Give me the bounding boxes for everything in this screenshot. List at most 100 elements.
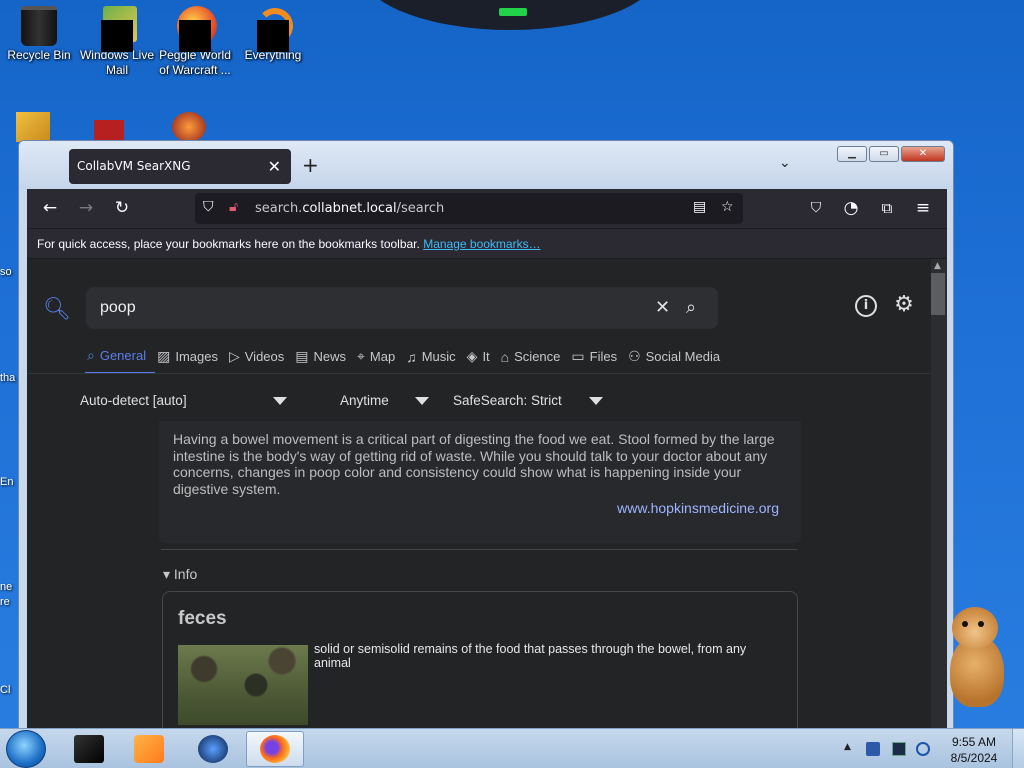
reader-view-icon[interactable]: ▤	[693, 199, 706, 215]
tab-general[interactable]: ⌕ General	[85, 347, 156, 374]
time-range-select[interactable]: Anytime	[340, 393, 429, 408]
news-icon: ▤	[295, 348, 309, 364]
desktop-icon-label: Peggle World of Warcraft ...	[159, 48, 231, 77]
searxng-logo-icon[interactable]: 🔍︎	[43, 297, 71, 322]
show-desktop-button[interactable]	[1012, 729, 1024, 768]
language-select-value: Auto-detect [auto]	[80, 393, 187, 408]
everything-icon	[251, 6, 295, 52]
safesearch-value: SafeSearch: Strict	[453, 393, 562, 408]
recycle-bin-icon	[17, 6, 61, 46]
desktop-icon-recycle-bin[interactable]: Recycle Bin	[0, 6, 78, 63]
desktop-icon-label: so	[0, 266, 12, 278]
tab-files[interactable]: ▭ Files	[569, 347, 626, 374]
tab-collabvm-searxng[interactable]: CollabVM SearXNG ✕	[69, 149, 291, 184]
start-button[interactable]	[6, 730, 46, 768]
tab-label: Map	[369, 349, 396, 364]
people-icon: ⚇	[628, 348, 641, 364]
url-prefix: search.	[255, 201, 303, 216]
pocket-icon[interactable]: ⛉	[805, 197, 827, 219]
language-select[interactable]: Auto-detect [auto]	[80, 393, 288, 408]
tab-videos[interactable]: ▷ Videos	[227, 347, 293, 374]
graduation-cap-icon: ⌂	[500, 348, 510, 365]
tab-label: It	[482, 349, 490, 364]
desktop-icon-windows-live-mail[interactable]: Windows Live Mail	[78, 6, 156, 78]
back-icon[interactable]: ←	[39, 197, 61, 219]
close-tab-icon[interactable]: ✕	[268, 157, 281, 176]
lock-warning-icon[interactable]: 🔓︎	[229, 199, 238, 215]
globe-icon	[198, 735, 228, 763]
scrollbar[interactable]: ▲	[931, 259, 947, 731]
extensions-icon[interactable]: ⧉	[876, 197, 898, 219]
tab-music[interactable]: ♫ Music	[404, 347, 464, 374]
bookmark-star-icon[interactable]: ☆	[721, 199, 734, 215]
dropdown-caret-icon	[414, 397, 429, 406]
search-query: poop	[100, 299, 136, 316]
tab-news[interactable]: ▤ News	[293, 347, 355, 374]
folder-icon[interactable]	[16, 112, 50, 142]
bookmarks-toolbar: For quick access, place your bookmarks h…	[27, 228, 947, 258]
taskbar-firefox[interactable]	[246, 731, 304, 767]
infobox-image[interactable]	[178, 645, 308, 725]
url-bar[interactable]: ⛉ 🔓︎ search.collabnet.local/search ▤ ☆	[195, 193, 743, 224]
close-window-button[interactable]: ✕	[901, 146, 945, 162]
tab-social-media[interactable]: ⚇ Social Media	[626, 347, 729, 374]
status-light	[499, 8, 527, 16]
volume-icon[interactable]	[916, 742, 930, 756]
desktop-icon-everything[interactable]: Everything	[234, 6, 312, 63]
answer-source-link[interactable]: www.hopkinsmedicine.org	[617, 500, 779, 517]
account-icon[interactable]: ◔	[840, 197, 862, 219]
tray-expand-icon[interactable]: ▲	[844, 742, 858, 756]
tray-app-icon[interactable]	[866, 742, 880, 756]
url-path: /search	[396, 201, 445, 216]
app-icon[interactable]	[172, 112, 206, 142]
tab-science[interactable]: ⌂ Science	[499, 347, 570, 374]
chevron-down-icon[interactable]: ⌄	[779, 155, 791, 171]
tab-label: Images	[175, 349, 218, 364]
dropdown-caret-icon	[273, 397, 288, 406]
menu-icon[interactable]: ≡	[912, 197, 934, 219]
infobox: feces solid or semisolid remains of the …	[162, 591, 798, 731]
tab-label: General	[99, 348, 147, 363]
tab-map[interactable]: ⌖ Map	[355, 347, 404, 374]
desktop-icon-peggle[interactable]: Peggle World of Warcraft ...	[156, 6, 234, 78]
shield-icon[interactable]: ⛉	[203, 199, 214, 215]
maximize-button[interactable]: ▭	[869, 146, 899, 162]
mail-icon	[95, 6, 139, 52]
tab-images[interactable]: ▨ Images	[155, 347, 227, 374]
map-pin-icon: ⌖	[357, 348, 365, 364]
desktop-icon-label: Windows Live Mail	[79, 48, 155, 77]
taskbar-app[interactable]	[184, 731, 242, 767]
gear-icon[interactable]: ⚙	[893, 294, 915, 317]
play-icon: ▷	[228, 348, 240, 364]
search-input[interactable]: poop ✕ ⌕	[86, 287, 718, 329]
taskbar-app[interactable]	[60, 731, 118, 767]
minimize-button[interactable]: ▁	[837, 146, 867, 162]
page-content: 🔍︎ poop ✕ ⌕ i ⚙ ⌕ General ▨ Images ▷ Videos…	[27, 259, 947, 731]
clear-search-icon[interactable]: ✕	[655, 297, 670, 318]
time-range-value: Anytime	[340, 393, 389, 408]
scrollbar-thumb[interactable]	[931, 273, 945, 315]
tab-it[interactable]: ◈ It	[465, 347, 499, 374]
nav-bar: ← → ↻ ⛉ 🔓︎ search.collabnet.local/search…	[27, 189, 947, 228]
forward-icon[interactable]: →	[75, 197, 97, 219]
image-icon: ▨	[157, 348, 171, 364]
info-icon[interactable]: i	[855, 295, 877, 317]
info-toggle[interactable]: ▾ Info	[163, 566, 197, 583]
hamster-buddy[interactable]	[946, 607, 1006, 707]
taskbar-media-player[interactable]	[120, 731, 178, 767]
app-icon[interactable]	[94, 120, 124, 142]
network-icon[interactable]	[892, 742, 906, 756]
files-icon: ▭	[571, 348, 585, 364]
firefox-icon	[260, 735, 290, 763]
search-submit-icon[interactable]: ⌕	[686, 297, 696, 318]
reload-icon[interactable]: ↻	[111, 197, 133, 219]
desktop-icon-label: Cl	[0, 684, 11, 696]
system-clock[interactable]: 9:55 AM 8/5/2024	[946, 734, 1002, 766]
layers-icon: ◈	[466, 348, 478, 364]
new-tab-icon[interactable]: +	[302, 153, 319, 177]
scroll-up-icon[interactable]: ▲	[934, 261, 941, 271]
safesearch-select[interactable]: SafeSearch: Strict	[453, 393, 603, 408]
tab-title: CollabVM SearXNG	[77, 159, 191, 173]
url-domain: collabnet.local	[302, 201, 397, 216]
manage-bookmarks-link[interactable]: Manage bookmarks…	[423, 237, 540, 251]
